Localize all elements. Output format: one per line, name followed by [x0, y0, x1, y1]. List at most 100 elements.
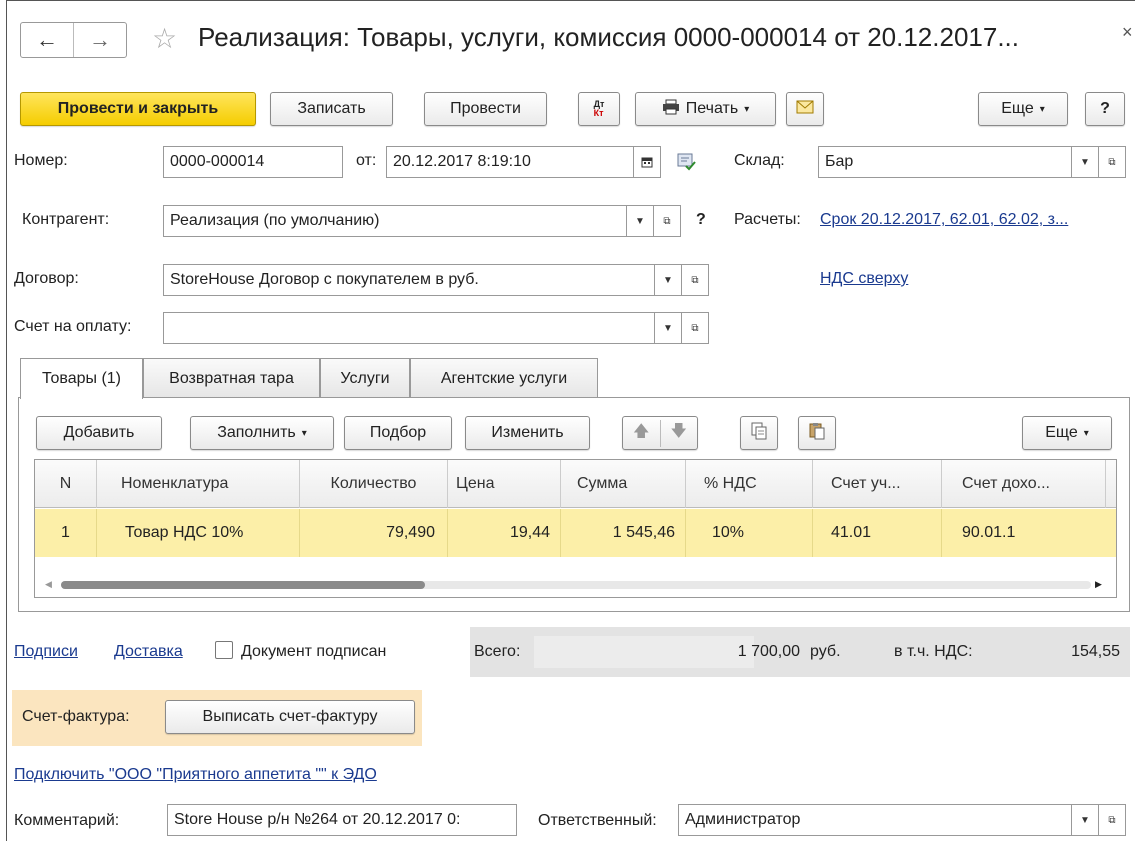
- chevron-down-icon: ▾: [744, 103, 750, 115]
- connect-edo-link[interactable]: Подключить "ООО "Приятного аппетита "" к…: [14, 766, 377, 784]
- envelope-icon: [796, 100, 814, 119]
- chevron-down-icon: ▼: [663, 322, 673, 334]
- horizontal-scrollbar[interactable]: ◀ ▶: [45, 578, 1105, 592]
- col-nomenclature[interactable]: Номенклатура: [97, 460, 300, 508]
- cell-sum: 1 545,46: [561, 509, 686, 557]
- calendar-icon[interactable]: [633, 146, 661, 178]
- star-icon[interactable]: ☆: [152, 22, 177, 55]
- post-button[interactable]: Провести: [424, 92, 547, 126]
- chevron-down-icon: ▼: [1080, 814, 1090, 826]
- col-n[interactable]: N: [35, 460, 97, 508]
- payments-label: Расчеты:: [734, 211, 801, 228]
- dt-kt-icon: Дт Кт: [593, 99, 605, 118]
- date-field[interactable]: 20.12.2017 8:19:10: [386, 146, 634, 178]
- pick-button[interactable]: Подбор: [344, 416, 452, 450]
- print-label: Печать: [685, 100, 739, 117]
- responsible-field[interactable]: Администратор: [678, 804, 1073, 836]
- col-account[interactable]: Счет уч...: [813, 460, 942, 508]
- help-button[interactable]: ?: [1085, 92, 1125, 126]
- email-button[interactable]: [786, 92, 824, 126]
- payments-link[interactable]: Срок 20.12.2017, 62.01, 62.02, з...: [820, 211, 1068, 229]
- tab-services[interactable]: Услуги: [320, 358, 410, 398]
- navigation-buttons: ← →: [20, 22, 127, 58]
- counterparty-field[interactable]: Реализация (по умолчанию): [163, 205, 627, 237]
- invoice-field[interactable]: [163, 312, 655, 344]
- copy-button[interactable]: [740, 416, 778, 450]
- counterparty-dropdown[interactable]: ▼: [626, 205, 654, 237]
- responsible-label: Ответственный:: [538, 812, 657, 829]
- print-button[interactable]: Печать ▾: [635, 92, 776, 126]
- comment-label: Комментарий:: [14, 812, 120, 829]
- more-button[interactable]: Еще ▾: [978, 92, 1068, 126]
- document-signed-checkbox[interactable]: [215, 641, 233, 659]
- warehouse-label: Склад:: [734, 152, 785, 169]
- change-button[interactable]: Изменить: [465, 416, 590, 450]
- paste-button[interactable]: [798, 416, 836, 450]
- delivery-link[interactable]: Доставка: [114, 643, 183, 661]
- warehouse-dropdown[interactable]: ▼: [1071, 146, 1099, 178]
- col-quantity[interactable]: Количество: [300, 460, 448, 508]
- comment-field[interactable]: Store House р/н №264 от 20.12.2017 0:: [167, 804, 517, 836]
- tab-agent-services[interactable]: Агентские услуги: [410, 358, 598, 398]
- issue-invoice-button[interactable]: Выписать счет-фактуру: [165, 700, 415, 734]
- scroll-right-icon[interactable]: ▶: [1095, 579, 1102, 590]
- add-button[interactable]: Добавить: [36, 416, 162, 450]
- cell-quantity: 79,490: [300, 509, 448, 557]
- chevron-down-icon: ▼: [1080, 156, 1090, 168]
- contract-field[interactable]: StoreHouse Договор с покупателем в руб.: [163, 264, 655, 296]
- chevron-down-icon: ▼: [635, 215, 645, 227]
- warehouse-field[interactable]: Бар: [818, 146, 1072, 178]
- move-buttons: 🡅 🡇: [622, 416, 698, 450]
- col-price[interactable]: Цена: [448, 460, 561, 508]
- arrow-up-icon[interactable]: 🡅: [623, 420, 660, 447]
- document-check-icon[interactable]: [675, 150, 697, 177]
- number-label: Номер:: [14, 152, 68, 169]
- signatures-link[interactable]: Подписи: [14, 643, 78, 661]
- number-field[interactable]: 0000-000014: [163, 146, 343, 178]
- open-form-icon[interactable]: ⧉: [1098, 146, 1126, 178]
- col-vat-percent[interactable]: % НДС: [686, 460, 813, 508]
- open-form-icon[interactable]: ⧉: [681, 312, 709, 344]
- tab-returnable-packaging[interactable]: Возвратная тара: [143, 358, 320, 398]
- tab-goods[interactable]: Товары (1): [20, 358, 143, 399]
- fill-button[interactable]: Заполнить ▾: [190, 416, 334, 450]
- vat-total-value: 154,55: [1071, 643, 1120, 660]
- back-arrow-icon[interactable]: ←: [21, 23, 73, 57]
- col-income-account[interactable]: Счет дохо...: [942, 460, 1106, 508]
- chevron-down-icon: ▾: [301, 427, 307, 439]
- scroll-left-icon[interactable]: ◀: [45, 579, 52, 590]
- forward-arrow-icon[interactable]: →: [73, 23, 126, 57]
- col-sum[interactable]: Сумма: [561, 460, 686, 508]
- document-signed-label: Документ подписан: [241, 643, 387, 660]
- open-form-icon[interactable]: ⧉: [681, 264, 709, 296]
- counterparty-label: Контрагент:: [22, 211, 110, 228]
- arrow-down-icon[interactable]: 🡇: [659, 419, 698, 447]
- cell-income-account: 90.01.1: [962, 524, 1016, 541]
- close-icon[interactable]: ×: [1122, 22, 1133, 43]
- open-form-icon[interactable]: ⧉: [653, 205, 681, 237]
- open-form-icon[interactable]: ⧉: [1098, 804, 1126, 836]
- table-row[interactable]: 1 Товар НДС 10% 79,490 19,44 1 545,46 10…: [35, 509, 1116, 557]
- cell-n: 1: [35, 509, 97, 557]
- date-from-label: от:: [356, 152, 377, 169]
- scroll-thumb[interactable]: [61, 581, 425, 589]
- total-value: 1 700,00: [737, 643, 800, 660]
- cell-vat-percent: 10%: [686, 509, 813, 557]
- window-title: Реализация: Товары, услуги, комиссия 000…: [198, 22, 1020, 52]
- invoice-dropdown[interactable]: ▼: [654, 312, 682, 344]
- invoice-panel-label: Счет-фактура:: [22, 708, 130, 725]
- currency-label: руб.: [810, 643, 841, 660]
- table-more-button[interactable]: Еще ▾: [1022, 416, 1112, 450]
- responsible-dropdown[interactable]: ▼: [1071, 804, 1099, 836]
- post-and-close-button[interactable]: Провести и закрыть: [20, 92, 256, 126]
- fill-label: Заполнить: [217, 424, 296, 441]
- contract-label: Договор:: [14, 270, 79, 287]
- counterparty-help[interactable]: ?: [696, 211, 706, 229]
- chevron-down-icon: ▾: [1039, 103, 1045, 115]
- dt-kt-button[interactable]: Дт Кт: [578, 92, 620, 126]
- vat-link[interactable]: НДС сверху: [820, 270, 908, 288]
- contract-dropdown[interactable]: ▼: [654, 264, 682, 296]
- more-label: Еще: [1001, 100, 1034, 117]
- invoice-panel: Счет-фактура: Выписать счет-фактуру: [12, 690, 422, 746]
- save-button[interactable]: Записать: [270, 92, 393, 126]
